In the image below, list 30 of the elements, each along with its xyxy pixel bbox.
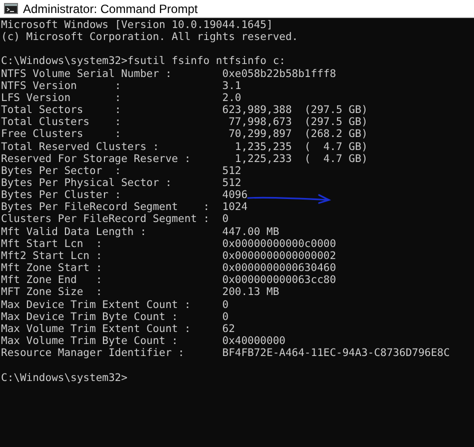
console-line: Resource Manager Identifier : BF4FB72E-A464-11EC-94A3-C8736D796E8C <box>1 347 450 360</box>
console-line: MFT Zone Size : 200.13 MB <box>1 286 280 299</box>
console-line: C:\Windows\system32> <box>1 372 128 384</box>
console-line: NTFS Volume Serial Number : 0xe058b22b58b1fff8 <box>1 68 336 80</box>
console-line: Max Volume Trim Extent Count : 62 <box>1 322 235 336</box>
console-line: Max Device Trim Extent Count : 0 <box>1 298 229 311</box>
console-line: Total Reserved Clusters : 1,235,235 ( 4.7 GB) <box>1 140 368 153</box>
console-line: Mft2 Start Lcn : 0x0000000000000002 <box>1 250 336 262</box>
console-line: Mft Valid Data Length : 447.00 MB <box>1 226 280 238</box>
console-line: Bytes Per Cluster : 4096 <box>1 189 248 202</box>
console-line: Mft Start Lcn : 0x00000000000c0000 <box>1 238 336 250</box>
console-line: NTFS Version : 3.1 <box>1 80 242 92</box>
console-line: Mft Zone End : 0x000000000063cc80 <box>1 274 336 286</box>
console-line: Max Device Trim Byte Count : 0 <box>1 310 229 323</box>
console-line: LFS Version : 2.0 <box>1 92 242 104</box>
console-line: Total Sectors : 623,989,388 (297.5 GB) <box>1 104 368 116</box>
console-line: Reserved For Storage Reserve : 1,225,233 ( 4.7 GB) <box>1 152 368 165</box>
console-icon <box>4 3 18 14</box>
console-line: (c) Microsoft Corporation. All rights reserved. <box>1 31 298 44</box>
console-line: Bytes Per Sector : 512 <box>1 164 242 178</box>
window-title: Administrator: Command Prompt <box>23 2 198 14</box>
console-line: Max Volume Trim Byte Count : 0x40000000 <box>1 335 286 348</box>
console-line: Total Clusters : 77,998,673 (297.5 GB) <box>1 116 368 128</box>
console-line: Free Clusters : 70,299,897 (268.2 GB) <box>1 128 368 141</box>
console-line: Microsoft Windows [Version 10.0.19044.1645] <box>1 19 273 32</box>
console-line: Mft Zone Start : 0x0000000000630460 <box>1 262 336 274</box>
console-line: Bytes Per Physical Sector : 512 <box>1 177 242 190</box>
console-line: Clusters Per FileRecord Segment : 0 <box>1 213 229 226</box>
console-line: C:\Windows\system32>fsutil fsinfo ntfsinfo c: <box>1 55 286 68</box>
console-line: Bytes Per FileRecord Segment : 1024 <box>1 201 248 214</box>
